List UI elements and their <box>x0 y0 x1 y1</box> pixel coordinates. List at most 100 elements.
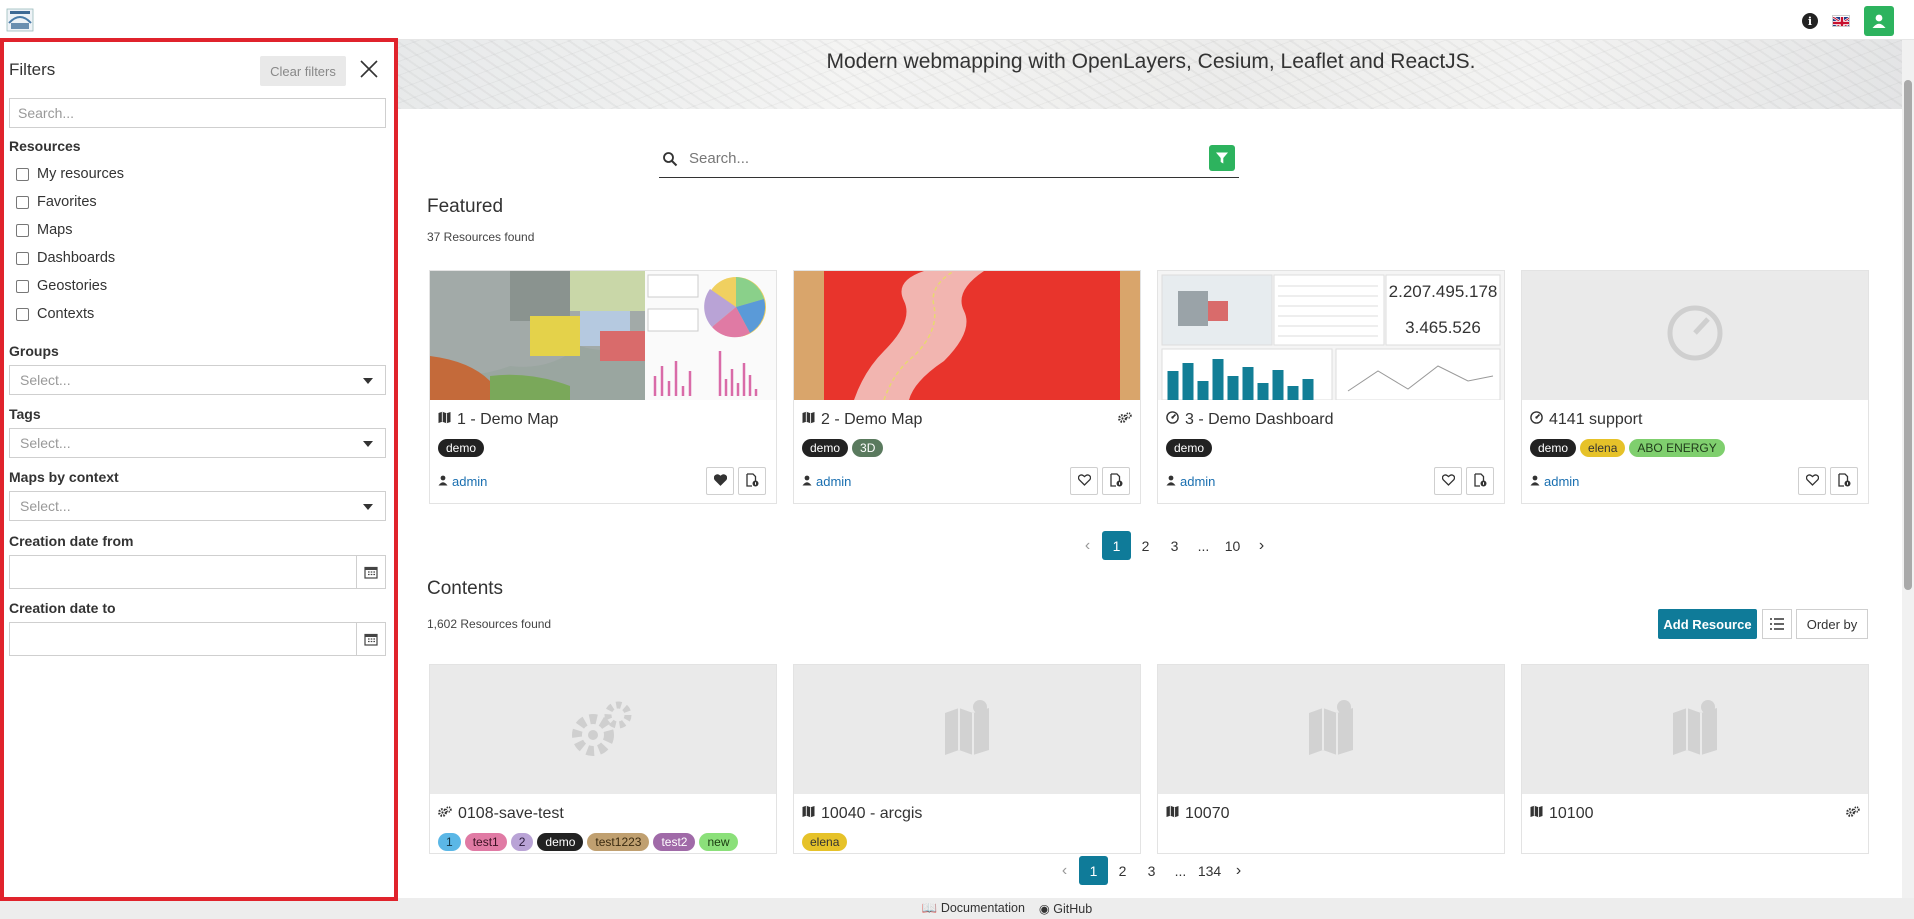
checkbox[interactable] <box>16 223 29 237</box>
checkbox-geostories[interactable]: Geostories <box>16 278 107 294</box>
order-by-button[interactable]: Order by <box>1796 609 1868 639</box>
previous-page-icon[interactable]: ‹ <box>1073 531 1102 560</box>
resource-details-button[interactable] <box>738 467 766 495</box>
tag-badge[interactable]: demo <box>1530 439 1577 457</box>
resource-thumbnail[interactable] <box>1158 665 1504 794</box>
tag-badge[interactable]: test1223 <box>587 833 650 851</box>
checkbox[interactable] <box>16 251 29 265</box>
resource-title[interactable]: 10100 <box>1530 805 1594 823</box>
page-button[interactable]: 3 <box>1137 856 1166 885</box>
favorite-button[interactable] <box>1070 467 1098 495</box>
close-icon[interactable] <box>358 58 380 80</box>
github-link[interactable]: ◉ GitHub <box>1039 901 1092 916</box>
page-button[interactable]: 1 <box>1102 531 1131 560</box>
resource-title[interactable]: 0108-save-test <box>438 805 564 823</box>
tags-select[interactable]: Select... <box>9 428 386 458</box>
resource-title[interactable]: 10070 <box>1166 805 1230 823</box>
resource-card[interactable]: 10100 <box>1521 664 1869 854</box>
maps-by-context-select[interactable]: Select... <box>9 491 386 521</box>
clear-filters-button[interactable]: Clear filters <box>260 56 346 86</box>
page-button[interactable]: 134 <box>1195 856 1224 885</box>
add-resource-button[interactable]: Add Resource <box>1658 609 1757 639</box>
resource-thumbnail[interactable] <box>794 665 1140 794</box>
resource-card[interactable]: 0108-save-test 1 test1 2 demo test1223 test2 ne… <box>429 664 777 854</box>
resource-card[interactable]: 1 - Demo Map demo admin <box>429 270 777 504</box>
creation-date-to-input[interactable] <box>9 622 386 656</box>
heart-icon <box>1441 473 1455 489</box>
resource-title[interactable]: 2 - Demo Map <box>802 411 922 429</box>
favorite-button[interactable] <box>706 467 734 495</box>
user-menu-button[interactable] <box>1864 6 1894 36</box>
resource-card[interactable]: 2.207.495.178 3.465.526 3 - Demo Dashboard… <box>1157 270 1505 504</box>
resource-title[interactable]: 4141 support <box>1530 411 1642 429</box>
calendar-icon[interactable] <box>356 623 385 655</box>
resource-card[interactable]: 4141 support demo elena ABO ENERGY admin <box>1521 270 1869 504</box>
search-input[interactable]: Search... <box>689 150 749 167</box>
scrollbar-thumb[interactable] <box>1904 80 1912 590</box>
tag-badge[interactable]: demo <box>1166 439 1213 457</box>
resource-card[interactable]: 10070 <box>1157 664 1505 854</box>
uk-flag-icon[interactable] <box>1832 15 1850 27</box>
tag-badge[interactable]: elena <box>802 833 848 851</box>
tag-badge[interactable]: 3D <box>852 439 884 457</box>
groups-select[interactable]: Select... <box>9 365 386 395</box>
page-button[interactable]: 10 <box>1218 531 1247 560</box>
tag-badge[interactable]: demo <box>802 439 849 457</box>
checkbox-dashboards[interactable]: Dashboards <box>16 250 115 266</box>
checkbox-my-resources[interactable]: My resources <box>16 166 124 182</box>
filter-toggle-button[interactable] <box>1209 145 1235 171</box>
checkbox-contexts[interactable]: Contexts <box>16 306 94 322</box>
checkbox[interactable] <box>16 195 29 209</box>
resource-thumbnail[interactable]: 2.207.495.178 3.465.526 <box>1158 271 1504 400</box>
resource-title[interactable]: 3 - Demo Dashboard <box>1166 411 1334 429</box>
tag-badge[interactable]: test2 <box>653 833 696 851</box>
tag-badge[interactable]: elena <box>1580 439 1626 457</box>
page-button[interactable]: 2 <box>1131 531 1160 560</box>
resource-thumbnail[interactable] <box>794 271 1140 400</box>
page-button[interactable]: 3 <box>1160 531 1189 560</box>
tag-badge[interactable]: demo <box>537 833 584 851</box>
checkbox[interactable] <box>16 167 29 181</box>
owner-link[interactable]: admin <box>1530 474 1579 489</box>
checkbox[interactable] <box>16 307 29 321</box>
favorite-button[interactable] <box>1798 467 1826 495</box>
owner-link[interactable]: admin <box>438 474 487 489</box>
creation-date-from-input[interactable] <box>9 555 386 589</box>
tag-badge[interactable]: 1 <box>438 833 461 851</box>
page-button[interactable]: 1 <box>1079 856 1108 885</box>
list-view-button[interactable] <box>1762 609 1792 639</box>
tag-badge[interactable]: ABO ENERGY <box>1629 439 1725 457</box>
tag-badge[interactable]: 2 <box>510 833 534 851</box>
resource-search-bar[interactable]: Search... <box>659 142 1239 178</box>
resource-title[interactable]: 10040 - arcgis <box>802 805 922 823</box>
resource-thumbnail[interactable] <box>430 665 776 794</box>
resource-card[interactable]: 2 - Demo Map demo 3D admin <box>793 270 1141 504</box>
resource-details-button[interactable] <box>1102 467 1130 495</box>
resource-title[interactable]: 1 - Demo Map <box>438 411 558 429</box>
scrollbar[interactable] <box>1902 40 1914 898</box>
favorite-button[interactable] <box>1434 467 1462 495</box>
resource-details-button[interactable] <box>1830 467 1858 495</box>
next-page-icon[interactable]: › <box>1224 856 1253 885</box>
owner-link[interactable]: admin <box>802 474 851 489</box>
page-button[interactable]: 2 <box>1108 856 1137 885</box>
resource-card[interactable]: 10040 - arcgis elena <box>793 664 1141 854</box>
resource-thumbnail[interactable] <box>1522 665 1868 794</box>
owner-link[interactable]: admin <box>1166 474 1215 489</box>
next-page-icon[interactable]: › <box>1247 531 1276 560</box>
resource-details-button[interactable] <box>1466 467 1494 495</box>
checkbox-favorites[interactable]: Favorites <box>16 194 97 210</box>
tag-badge[interactable]: demo <box>438 439 485 457</box>
resource-thumbnail[interactable] <box>1522 271 1868 400</box>
checkbox-maps[interactable]: Maps <box>16 222 72 238</box>
calendar-icon[interactable] <box>356 556 385 588</box>
tag-badge[interactable]: new <box>699 833 738 851</box>
resource-thumbnail[interactable] <box>430 271 776 400</box>
info-icon[interactable]: i <box>1802 13 1818 29</box>
tag-badge[interactable]: test1 <box>464 833 507 851</box>
previous-page-icon[interactable]: ‹ <box>1050 856 1079 885</box>
filters-search-input[interactable]: Search... <box>9 98 386 128</box>
checkbox[interactable] <box>16 279 29 293</box>
documentation-link[interactable]: 📖 Documentation <box>922 901 1025 916</box>
logo-icon[interactable] <box>6 5 34 33</box>
